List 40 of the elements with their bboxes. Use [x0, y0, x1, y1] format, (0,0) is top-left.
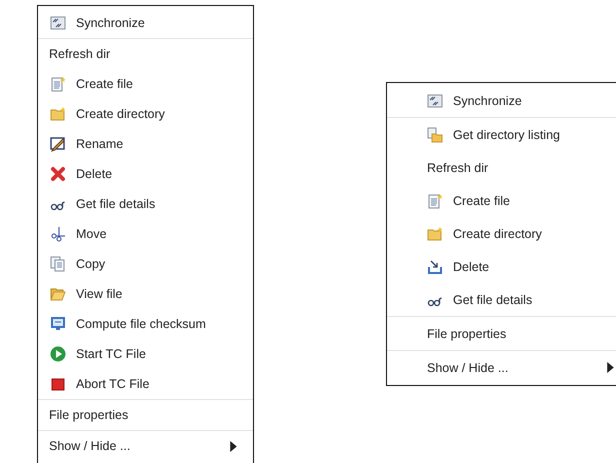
menu-item[interactable]: Start TC File: [38, 339, 253, 369]
stop-icon: [50, 376, 66, 392]
menu-item[interactable]: View file: [38, 279, 253, 309]
menu-item[interactable]: Synchronize: [387, 84, 616, 117]
new-file-icon: [427, 192, 443, 208]
menu-item[interactable]: Delete: [387, 250, 616, 283]
menu-item[interactable]: Synchronize: [38, 8, 253, 38]
menu-item[interactable]: Show / Hide ...: [387, 351, 616, 384]
menu-item[interactable]: Move: [38, 219, 253, 249]
menu-item[interactable]: Delete: [38, 159, 253, 189]
menu-item[interactable]: File properties: [387, 317, 616, 350]
new-folder-icon: [50, 106, 66, 122]
menu-item[interactable]: Refresh dir: [387, 151, 616, 184]
tray-icon: [427, 258, 443, 274]
monitor-icon: [50, 316, 66, 332]
menu-item[interactable]: Compute file checksum: [38, 309, 253, 339]
menu-item[interactable]: Get file details: [38, 189, 253, 219]
menu-item[interactable]: Create file: [387, 184, 616, 217]
menu-item[interactable]: Abort TC File: [38, 369, 253, 399]
menu-item[interactable]: Copy: [38, 249, 253, 279]
menu-item[interactable]: Refresh dir: [38, 39, 253, 69]
menu-item[interactable]: Create directory: [387, 217, 616, 250]
menu-item[interactable]: Get directory listing: [387, 118, 616, 151]
file-folder-icon: [427, 126, 443, 142]
menu-item[interactable]: Rename: [38, 129, 253, 159]
sync-icon: [427, 92, 443, 108]
menu-item[interactable]: Show / Hide ...: [38, 431, 253, 461]
folder-icon: [50, 286, 66, 302]
new-folder-icon: [427, 226, 443, 242]
copy-icon: [50, 256, 66, 272]
menu-item[interactable]: Get file details: [387, 283, 616, 316]
play-icon: [50, 346, 66, 362]
menu-item[interactable]: Create directory: [38, 99, 253, 129]
sync-icon: [50, 15, 66, 31]
menu-item[interactable]: Create file: [38, 69, 253, 99]
pencil-icon: [50, 136, 66, 152]
menu-item[interactable]: File properties: [38, 400, 253, 430]
scissors-icon: [50, 226, 66, 242]
new-file-icon: [50, 76, 66, 92]
delete-icon: [50, 166, 66, 182]
